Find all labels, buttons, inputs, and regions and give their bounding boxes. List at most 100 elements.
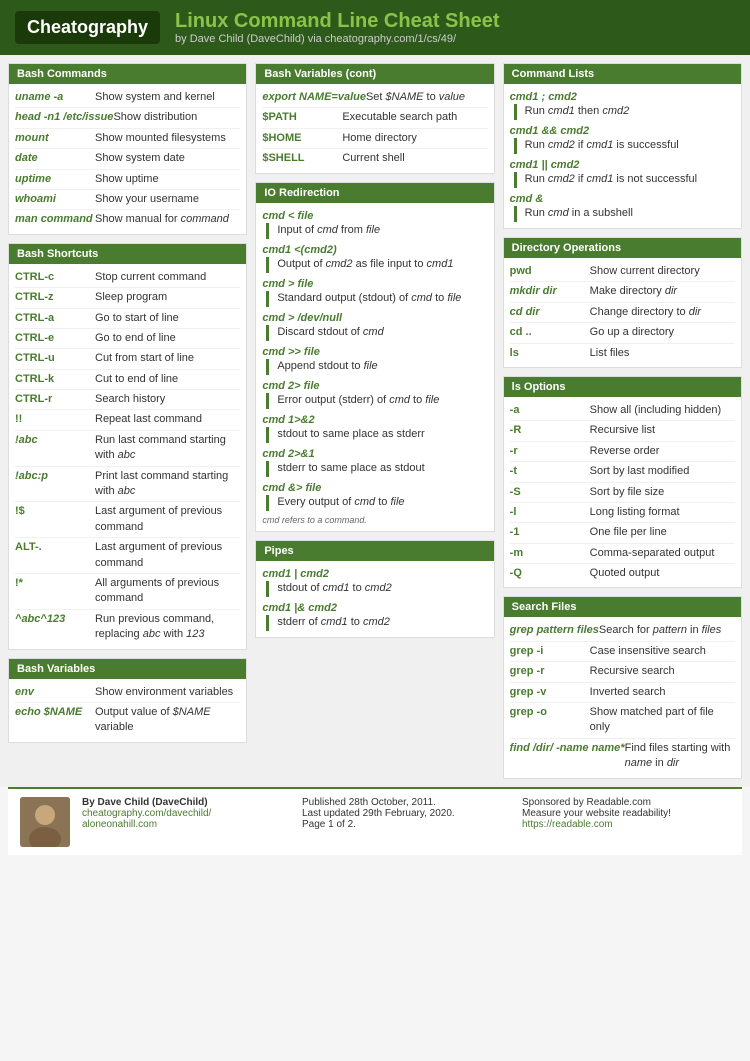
column-3: Command Lists cmd1 ; cmd2 Run cmd1 then … <box>503 63 742 779</box>
cmd-key: -Q <box>510 566 590 581</box>
cmd-desc: Sleep program <box>95 290 240 305</box>
list-item: CTRL-e Go to end of line <box>15 329 240 349</box>
list-item: grep -i Case insensitive search <box>510 642 735 662</box>
list-item: -l Long listing format <box>510 503 735 523</box>
io-cmd: cmd 1>&2 <box>262 411 487 427</box>
cmd-desc: Search history <box>95 392 240 407</box>
list-item: pwd Show current directory <box>510 262 735 282</box>
bash-commands-heading: Bash Commands <box>9 64 246 84</box>
cmd-key: CTRL-a <box>15 311 95 326</box>
cmd-desc: Show system and kernel <box>95 90 240 105</box>
cmd-desc: Show environment variables <box>95 685 240 700</box>
cmd-desc: Find files starting with name in dir <box>625 741 735 772</box>
io-cmd: cmd1 |& cmd2 <box>262 599 487 615</box>
cmd-desc: One file per line <box>590 525 735 540</box>
io-cmd: cmd &> file <box>262 479 487 495</box>
io-desc: Error output (stderr) of cmd to file <box>266 393 487 409</box>
directory-ops-section: Directory Operations pwd Show current di… <box>503 237 742 368</box>
cmd-key: ^abc^123 <box>15 612 95 643</box>
cmd-desc: Show uptime <box>95 172 240 187</box>
list-item: grep pattern files Search for pattern in… <box>510 621 735 641</box>
cmd-key: head -n1 /etc/issue <box>15 110 113 125</box>
bash-variables-cont-body: export NAME=value Set $NAME to value $PA… <box>256 84 493 173</box>
list-item: -S Sort by file size <box>510 483 735 503</box>
bash-shortcuts-heading: Bash Shortcuts <box>9 244 246 264</box>
cmd-desc: Show your username <box>95 192 240 207</box>
cmd-key: !! <box>15 412 95 427</box>
io-desc: Input of cmd from file <box>266 223 487 239</box>
pipes-section: Pipes cmd1 | cmd2 stdout of cmd1 to cmd2… <box>255 540 494 638</box>
io-desc: Every output of cmd to file <box>266 495 487 511</box>
list-item: grep -r Recursive search <box>510 662 735 682</box>
cmd-desc: Long listing format <box>590 505 735 520</box>
list-item: man command Show manual for command <box>15 210 240 229</box>
cmd-desc: Cut from start of line <box>95 351 240 366</box>
list-item: -m Comma-separated output <box>510 544 735 564</box>
cmd-key: ALT-. <box>15 540 95 571</box>
io-note: cmd refers to a command. <box>262 513 487 527</box>
io-cmd: cmd1 || cmd2 <box>510 156 735 172</box>
io-desc: Discard stdout of cmd <box>266 325 487 341</box>
page-subtitle: by Dave Child (DaveChild) via cheatograp… <box>175 33 499 45</box>
cmd-key: -t <box>510 464 590 479</box>
bash-variables-section: Bash Variables env Show environment vari… <box>8 658 247 743</box>
list-item: mkdir dir Make directory dir <box>510 282 735 302</box>
search-files-body: grep pattern files Search for pattern in… <box>504 617 741 777</box>
cmd-key: -m <box>510 546 590 561</box>
list-item: ^abc^123 Run previous command, replacing… <box>15 610 240 645</box>
cmd-desc: Sort by last modified <box>590 464 735 479</box>
cmd-desc: Search for pattern in files <box>599 623 735 638</box>
cmd-key: -a <box>510 403 590 418</box>
bash-variables-heading: Bash Variables <box>9 659 246 679</box>
cmd-desc: Show distribution <box>113 110 240 125</box>
list-item: -Q Quoted output <box>510 564 735 583</box>
search-files-heading: Search Files <box>504 597 741 617</box>
main-content: Bash Commands uname -a Show system and k… <box>0 55 750 787</box>
command-lists-body: cmd1 ; cmd2 Run cmd1 then cmd2 cmd1 && c… <box>504 84 741 228</box>
footer-sponsor: Sponsored by Readable.com Measure your w… <box>522 797 730 830</box>
author-link-2[interactable]: aloneonahill.com <box>82 819 157 830</box>
cmd-key: !abc <box>15 433 95 464</box>
list-item: !* All arguments of previous command <box>15 574 240 610</box>
list-item: CTRL-u Cut from start of line <box>15 349 240 369</box>
cmd-desc: Show current directory <box>590 264 735 279</box>
cmd-key: man command <box>15 212 95 227</box>
sponsor-link[interactable]: https://readable.com <box>522 819 613 830</box>
list-item: echo $NAME Output value of $NAME variabl… <box>15 703 240 738</box>
cmd-desc: Sort by file size <box>590 485 735 500</box>
cmd-key: echo $NAME <box>15 705 95 736</box>
cmd-key: env <box>15 685 95 700</box>
author-link-1[interactable]: cheatography.com/davechild/ <box>82 808 211 819</box>
sponsor-desc: Measure your website readability! <box>522 808 730 819</box>
command-lists-section: Command Lists cmd1 ; cmd2 Run cmd1 then … <box>503 63 742 229</box>
ls-options-heading: ls Options <box>504 377 741 397</box>
bash-commands-body: uname -a Show system and kernel head -n1… <box>9 84 246 234</box>
cmd-key: -S <box>510 485 590 500</box>
cmd-desc: Output value of $NAME variable <box>95 705 240 736</box>
bash-shortcuts-body: CTRL-c Stop current command CTRL-z Sleep… <box>9 264 246 649</box>
page-header: Cheatography Linux Command Line Cheat Sh… <box>0 0 750 55</box>
list-item: -R Recursive list <box>510 421 735 441</box>
list-item: CTRL-z Sleep program <box>15 288 240 308</box>
io-desc: Standard output (stdout) of cmd to file <box>266 291 487 307</box>
cmd-desc: Print last command starting with abc <box>95 469 240 500</box>
sponsor-text: Sponsored by Readable.com <box>522 797 730 808</box>
bash-shortcuts-section: Bash Shortcuts CTRL-c Stop current comma… <box>8 243 247 650</box>
io-redirection-section: IO Redirection cmd < file Input of cmd f… <box>255 182 494 532</box>
cmd-desc: Set $NAME to value <box>366 90 488 105</box>
cmd-desc: List files <box>590 346 735 361</box>
list-item: $PATH Executable search path <box>262 108 487 128</box>
header-text: Linux Command Line Cheat Sheet by Dave C… <box>175 10 499 45</box>
cmd-desc: Run previous command, replacing abc with… <box>95 612 240 643</box>
io-cmd: cmd > file <box>262 275 487 291</box>
list-item: uname -a Show system and kernel <box>15 88 240 108</box>
page-title: Linux Command Line Cheat Sheet <box>175 10 499 33</box>
bash-commands-section: Bash Commands uname -a Show system and k… <box>8 63 247 235</box>
cmd-desc: All arguments of previous command <box>95 576 240 607</box>
footer-publish-info: Published 28th October, 2011. Last updat… <box>302 797 510 830</box>
io-cmd: cmd >> file <box>262 343 487 359</box>
command-lists-heading: Command Lists <box>504 64 741 84</box>
list-item: -t Sort by last modified <box>510 462 735 482</box>
list-item: cd .. Go up a directory <box>510 323 735 343</box>
search-files-section: Search Files grep pattern files Search f… <box>503 596 742 778</box>
